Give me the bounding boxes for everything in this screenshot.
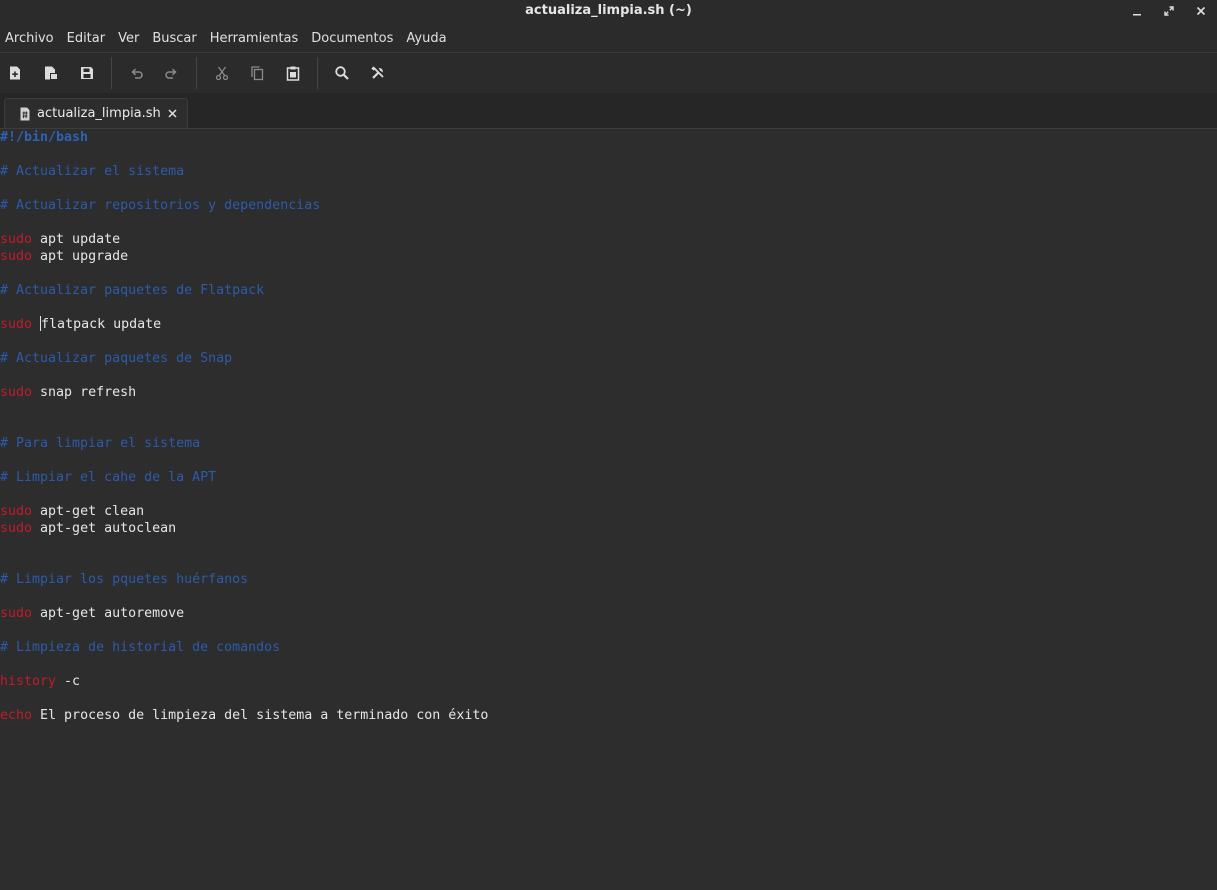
code-line: # Actualizar paquetes de Snap <box>0 350 232 367</box>
code-line: sudo apt-get autoremove <box>0 605 184 622</box>
code-text: flatpack update <box>41 317 162 332</box>
code-line: sudo apt update <box>0 231 120 248</box>
code-keyword: sudo <box>0 504 33 519</box>
tools-button[interactable] <box>366 61 390 85</box>
code-line: sudo flatpack update <box>0 316 161 333</box>
title-bar[interactable]: actualiza_limpia.sh (~) <box>0 0 1217 26</box>
code-keyword: sudo <box>0 606 33 621</box>
code-line: # Para limpiar el sistema <box>0 435 200 452</box>
text-editor-area[interactable]: #!/bin/bash # Actualizar el sistema # Actu… <box>0 129 1217 890</box>
redo-icon <box>165 68 177 79</box>
new-file-icon <box>10 66 20 80</box>
code-line: # Limpiar el cahe de la APT <box>0 469 216 486</box>
code-keyword: sudo <box>0 317 33 332</box>
window-title: actualiza_limpia.sh (~) <box>525 3 692 18</box>
toolbar-separator <box>317 57 318 89</box>
open-document-button[interactable] <box>39 61 63 85</box>
code-comment: # Actualizar paquetes de Snap <box>0 351 233 366</box>
maximize-button[interactable] <box>1153 0 1185 22</box>
code-line: history -c <box>0 673 80 690</box>
save-icon <box>81 67 93 79</box>
copy-icon <box>251 66 264 81</box>
code-keyword: sudo <box>0 249 33 264</box>
search-icon <box>335 66 349 80</box>
menu-ver[interactable]: Ver <box>113 26 144 52</box>
close-icon <box>167 108 177 118</box>
new-document-button[interactable] <box>3 61 27 85</box>
minimize-button[interactable] <box>1121 0 1153 22</box>
close-icon <box>1196 6 1206 16</box>
redo-button[interactable] <box>159 61 183 85</box>
open-file-icon <box>45 66 57 80</box>
code-comment: # Actualizar paquetes de Flatpack <box>0 283 265 298</box>
undo-button[interactable] <box>125 61 149 85</box>
code-comment: # Para limpiar el sistema <box>0 436 201 451</box>
code-comment: # Actualizar repositorios y dependencias <box>0 198 321 213</box>
code-keyword: sudo <box>0 232 33 247</box>
code-text: snap refresh <box>32 385 137 400</box>
tools-icon <box>371 66 384 79</box>
code-keyword: history <box>0 674 57 689</box>
tab-label: actualiza_limpia.sh <box>37 106 161 121</box>
paste-icon <box>286 66 300 81</box>
cut-button[interactable] <box>210 61 234 85</box>
window-controls <box>1121 0 1217 22</box>
tab-close-button[interactable] <box>165 106 179 120</box>
code-line: sudo apt upgrade <box>0 248 128 265</box>
menu-archivo[interactable]: Archivo <box>0 26 59 52</box>
code-text: apt upgrade <box>32 249 129 264</box>
code-line: # Limpiar los pquetes huérfanos <box>0 571 248 588</box>
code-line: # Limpieza de historial de comandos <box>0 639 280 656</box>
toolbar-separator <box>196 57 197 89</box>
script-file-icon <box>20 107 30 121</box>
code-line: sudo snap refresh <box>0 384 136 401</box>
paste-button[interactable] <box>281 61 305 85</box>
minimize-icon <box>1133 14 1141 16</box>
menu-documentos[interactable]: Documentos <box>306 26 398 52</box>
menu-ayuda[interactable]: Ayuda <box>401 26 451 52</box>
save-document-button[interactable] <box>75 61 99 85</box>
close-window-button[interactable] <box>1185 0 1217 22</box>
tab-actualiza-limpia[interactable]: actualiza_limpia.sh <box>4 98 188 128</box>
code-line: echo El proceso de limpieza del sistema … <box>0 707 488 724</box>
toolbar-separator <box>111 57 112 89</box>
code-line: #!/bin/bash <box>0 129 88 146</box>
code-text: apt-get autoclean <box>32 521 177 536</box>
code-text: apt update <box>32 232 121 247</box>
copy-button[interactable] <box>245 61 269 85</box>
maximize-icon <box>1164 6 1174 16</box>
code-text: apt-get autoremove <box>32 606 185 621</box>
code-keyword: echo <box>0 708 33 723</box>
code-line: # Actualizar paquetes de Flatpack <box>0 282 264 299</box>
code-text: -c <box>56 674 81 689</box>
code-line: # Actualizar el sistema <box>0 163 184 180</box>
code-keyword: sudo <box>0 521 33 536</box>
undo-icon <box>131 68 143 79</box>
code-comment: # Limpiar el cahe de la APT <box>0 470 217 485</box>
code-keyword: sudo <box>0 385 33 400</box>
code-shebang: #!/bin/bash <box>0 130 89 145</box>
text-editor-window: actualiza_limpia.sh (~) Archivo Editar V… <box>0 0 1217 890</box>
code-comment: # Limpiar los pquetes huérfanos <box>0 572 249 587</box>
code-line: sudo apt-get autoclean <box>0 520 176 537</box>
code-text: El proceso de limpieza del sistema a ter… <box>32 708 489 723</box>
menu-buscar[interactable]: Buscar <box>147 26 201 52</box>
find-button[interactable] <box>330 61 354 85</box>
code-comment: # Limpieza de historial de comandos <box>0 640 281 655</box>
menu-herramientas[interactable]: Herramientas <box>205 26 304 52</box>
cut-icon <box>215 66 229 81</box>
code-comment: # Actualizar el sistema <box>0 164 185 179</box>
toolbar <box>0 53 1217 93</box>
code-text: apt-get clean <box>32 504 145 519</box>
code-line: # Actualizar repositorios y dependencias <box>0 197 320 214</box>
code-line: sudo apt-get clean <box>0 503 144 520</box>
tab-bar: actualiza_limpia.sh <box>0 93 1217 129</box>
menu-bar: Archivo Editar Ver Buscar Herramientas D… <box>0 26 1217 53</box>
menu-editar[interactable]: Editar <box>62 26 111 52</box>
